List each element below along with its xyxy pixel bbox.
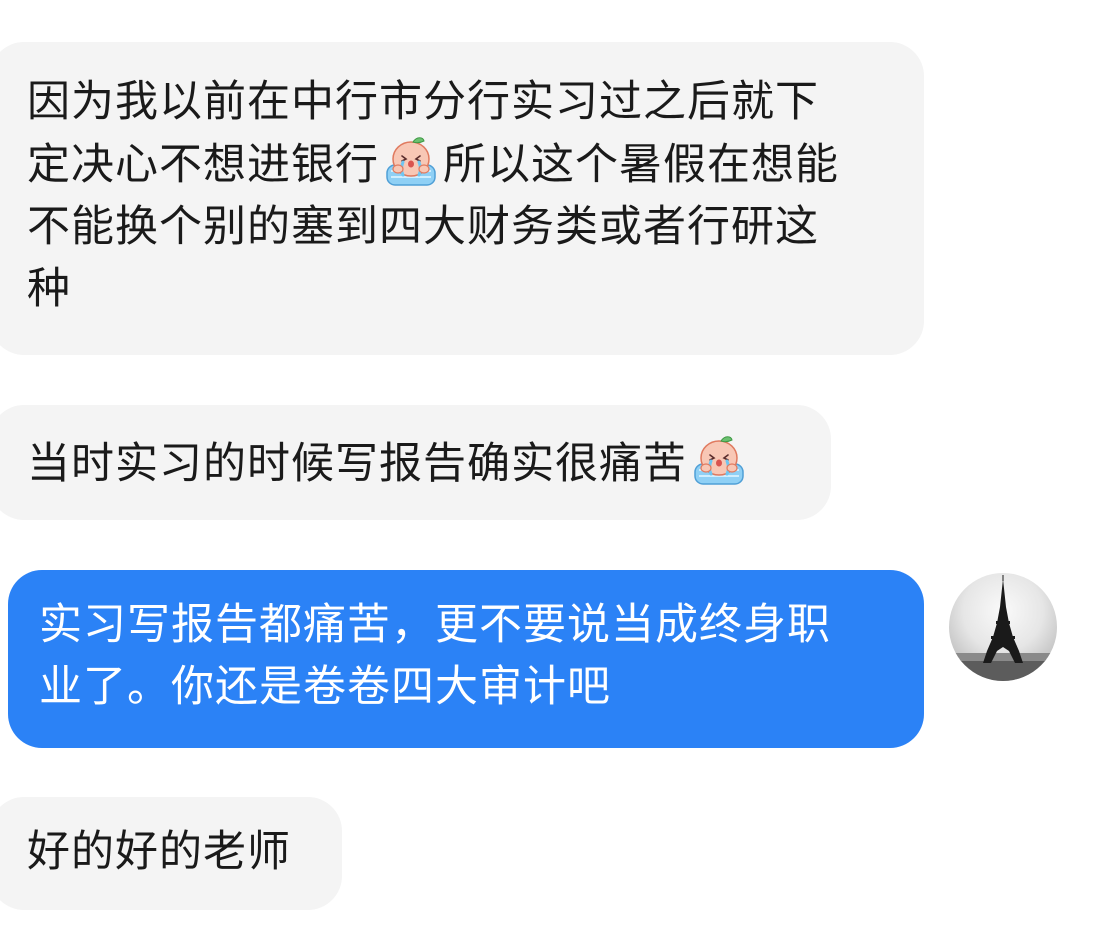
message-text-line: 当时实习的时候写报告确实很痛苦 <box>27 432 831 495</box>
message-bubble-outgoing[interactable]: 实习写报告都痛苦，更不要说当成终身职 业了。你还是卷卷四大审计吧 <box>8 570 924 748</box>
message-bubble-incoming[interactable]: 当时实习的时候写报告确实很痛苦 <box>0 405 831 520</box>
message-text-line: 因为我以前在中行市分行实习过之后就下 <box>27 77 819 127</box>
crying-peach-sticker-icon <box>689 432 749 488</box>
message-bubble-incoming[interactable]: 因为我以前在中行市分行实习过之后就下 定决心不想进银行 所以这个暑假在想能 不能换… <box>0 42 924 355</box>
eiffel-tower-icon <box>949 575 1057 681</box>
message-bubble-incoming[interactable]: 好的好的老师 <box>0 797 342 910</box>
message-text-line: 业了。你还是卷卷四大审计吧 <box>39 662 611 712</box>
message-text-segment: 所以这个暑假在想能 <box>443 140 839 190</box>
crying-peach-sticker-icon <box>381 133 441 189</box>
message-text-segment: 当时实习的时候写报告确实很痛苦 <box>27 439 687 489</box>
message-text-segment: 定决心不想进银行 <box>27 140 379 190</box>
message-text-line: 好的好的老师 <box>27 827 291 877</box>
message-text-line: 实习写报告都痛苦，更不要说当成终身职 <box>39 600 831 650</box>
message-text-line: 种 <box>27 264 71 314</box>
eiffel-tower-avatar[interactable] <box>949 573 1057 681</box>
message-text-line: 定决心不想进银行 所以这个暑假在想能 <box>27 133 924 196</box>
message-text-line: 不能换个别的塞到四大财务类或者行研这 <box>27 202 819 252</box>
